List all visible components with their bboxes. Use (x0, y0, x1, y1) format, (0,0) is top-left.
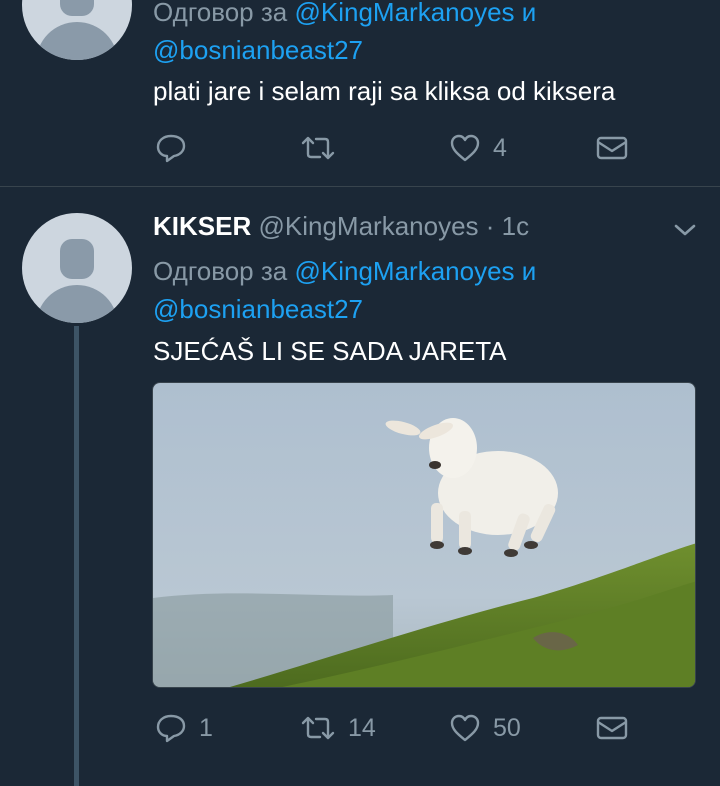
reply-prefix: Одговор за (153, 256, 288, 286)
mention-link[interactable]: @KingMarkanoyes (294, 0, 514, 27)
mention-link[interactable]: @bosnianbeast27 (153, 34, 363, 66)
conjunction: и (521, 256, 537, 286)
retweet-button[interactable]: 14 (300, 712, 376, 744)
reply-prefix: Одговор за (153, 0, 288, 27)
like-icon (450, 134, 480, 162)
reply-button[interactable] (155, 132, 187, 164)
like-count: 50 (493, 713, 521, 742)
reply-button[interactable]: 1 (155, 712, 213, 744)
like-button[interactable]: 4 (449, 132, 507, 164)
retweet-icon (301, 716, 335, 740)
dm-button[interactable] (596, 712, 628, 744)
tweet-menu-button[interactable] (672, 220, 698, 245)
reply-icon (156, 134, 186, 163)
avatar[interactable] (22, 0, 132, 60)
tweet-text: SJEĆAŠ LI SE SADA JARETA (153, 336, 507, 366)
timestamp[interactable]: · 1с (486, 211, 529, 241)
reply-count: 1 (199, 713, 213, 742)
thread-line (74, 326, 79, 786)
avatar[interactable] (22, 213, 132, 323)
retweet-icon (301, 136, 335, 160)
like-icon (450, 714, 480, 742)
retweet-count: 14 (348, 713, 376, 742)
tweet-image[interactable] (152, 382, 696, 688)
tweet-divider (0, 186, 720, 187)
reply-context: Одговор за @KingMarkanoyes и (153, 0, 536, 28)
reply-icon (156, 714, 186, 743)
lamb-photo (153, 383, 695, 687)
retweet-button[interactable] (300, 132, 336, 164)
dm-icon (596, 136, 628, 160)
user-handle[interactable]: @KingMarkanoyes (258, 211, 478, 241)
dm-button[interactable] (596, 132, 628, 164)
display-name[interactable]: KIKSER (153, 211, 251, 241)
like-button[interactable]: 50 (449, 712, 521, 744)
mention-link[interactable]: @KingMarkanoyes (294, 256, 514, 286)
dm-icon (596, 716, 628, 740)
like-count: 4 (493, 133, 507, 162)
reply-context: Одговор за @KingMarkanoyes и (153, 255, 536, 287)
tweet-header: KIKSER @KingMarkanoyes · 1с (153, 210, 529, 242)
conjunction: и (521, 0, 537, 27)
chevron-down-icon (674, 224, 696, 236)
tweet-text: plati jare i selam raji sa kliksa od kik… (153, 76, 616, 106)
mention-link[interactable]: @bosnianbeast27 (153, 293, 363, 325)
